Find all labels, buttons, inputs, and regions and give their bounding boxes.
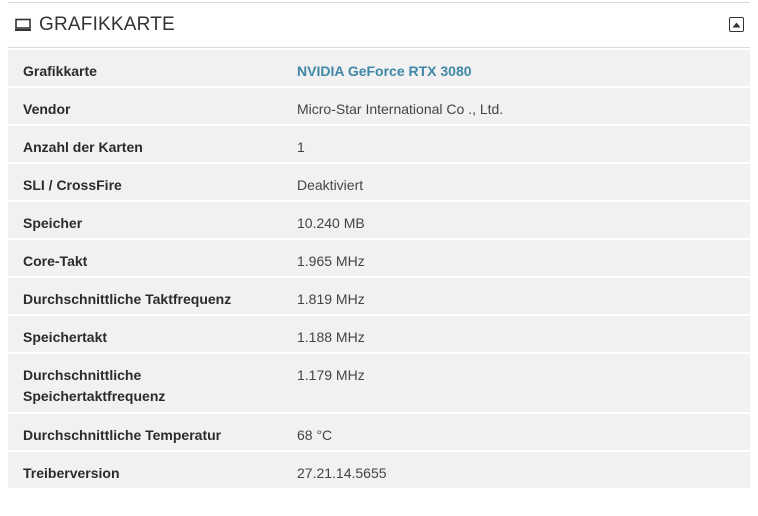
row-value: 10.240 MB	[297, 215, 365, 231]
row-value: 1.965 MHz	[297, 253, 365, 269]
row-value: Micro-Star International Co ., Ltd.	[297, 101, 504, 117]
table-row: Vendor Micro-Star International Co ., Lt…	[8, 88, 750, 126]
row-value: 1.819 MHz	[297, 291, 365, 307]
table-row: Core-Takt 1.965 MHz	[8, 240, 750, 278]
row-label: Anzahl der Karten	[23, 139, 143, 155]
table-row: Anzahl der Karten 1	[8, 126, 750, 164]
row-value: Deaktiviert	[297, 177, 364, 193]
row-label: Core-Takt	[23, 253, 88, 269]
panel-title: GRAFIKKARTE	[39, 14, 175, 35]
row-label: Durchschnittliche Temperatur	[23, 427, 222, 443]
panel-header: GRAFIKKARTE	[8, 3, 750, 48]
table-row: Durchschnittliche Speichertaktfrequenz 1…	[8, 354, 750, 414]
table-row: Durchschnittliche Temperatur 68 °C	[8, 414, 750, 452]
row-label: Grafikkarte	[23, 63, 97, 79]
table-row: Speicher 10.240 MB	[8, 202, 750, 240]
collapse-up-icon[interactable]	[729, 17, 744, 32]
table-row: Speichertakt 1.188 MHz	[8, 316, 750, 354]
spec-table: Grafikkarte NVIDIA GeForce RTX 3080 Vend…	[8, 50, 750, 490]
row-label: Durchschnittliche Taktfrequenz	[23, 291, 232, 307]
table-row: Grafikkarte NVIDIA GeForce RTX 3080	[8, 50, 750, 88]
row-value: 27.21.14.5655	[297, 465, 387, 481]
row-label: Durchschnittliche Speichertaktfrequenz	[23, 367, 166, 404]
table-row: SLI / CrossFire Deaktiviert	[8, 164, 750, 202]
row-label: Treiberversion	[23, 465, 120, 481]
gpu-model-link[interactable]: NVIDIA GeForce RTX 3080	[297, 50, 472, 86]
table-row: Durchschnittliche Taktfrequenz 1.819 MHz	[8, 278, 750, 316]
row-label: Speichertakt	[23, 329, 108, 345]
row-value: 1.188 MHz	[297, 329, 365, 345]
row-value: 68 °C	[297, 427, 333, 443]
row-label: SLI / CrossFire	[23, 177, 122, 193]
row-value: 1.179 MHz	[297, 367, 365, 383]
monitor-icon	[15, 18, 31, 32]
graphics-card-panel: GRAFIKKARTE Grafikkarte NVIDIA GeForce R…	[8, 2, 750, 515]
table-row: Treiberversion 27.21.14.5655	[8, 452, 750, 490]
row-label: Vendor	[23, 101, 71, 117]
row-label: Speicher	[23, 215, 83, 231]
row-value: 1	[297, 139, 305, 155]
